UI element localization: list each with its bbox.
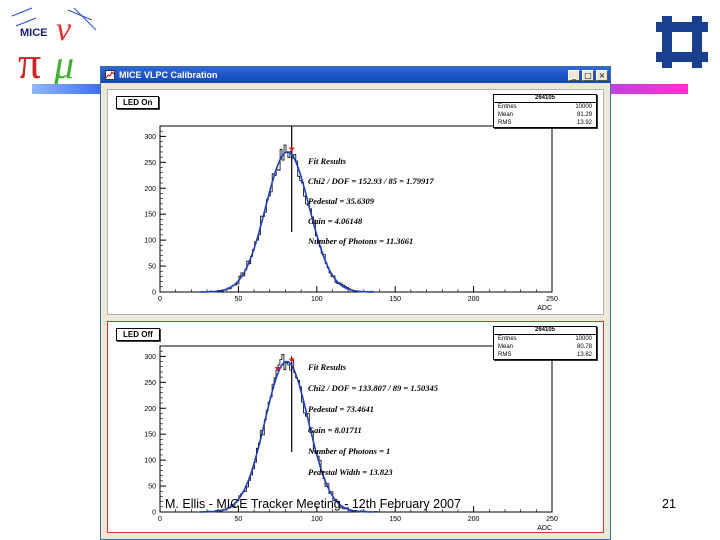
y-tick-label: 0 bbox=[152, 510, 156, 517]
y-tick-label: 300 bbox=[144, 134, 156, 141]
x-tick-label: 50 bbox=[235, 296, 243, 303]
y-tick-label: 200 bbox=[144, 406, 156, 413]
y-tick-label: 0 bbox=[152, 290, 156, 297]
fit-result-line: Pedestal Width = 13.823 bbox=[308, 467, 393, 477]
slide-footer: M. Ellis - MICE Tracker Meeting - 12th F… bbox=[165, 497, 461, 511]
window-titlebar[interactable]: MICE VLPC Calibration _ □ × bbox=[101, 67, 610, 83]
stats-title: 264105 bbox=[494, 327, 596, 335]
maximize-button[interactable]: □ bbox=[582, 69, 594, 81]
y-tick-label: 100 bbox=[144, 458, 156, 465]
decorative-bar-right bbox=[610, 84, 688, 94]
stats-row-mean: Mean 81.29 bbox=[498, 112, 592, 118]
minimize-button[interactable]: _ bbox=[568, 69, 580, 81]
x-tick-label: 50 bbox=[235, 516, 243, 523]
x-tick-label: 150 bbox=[389, 296, 401, 303]
x-tick-label: 200 bbox=[468, 516, 480, 523]
led-on-label: LED On bbox=[116, 96, 160, 109]
fit-result-line: Number of Photons = 11.3661 bbox=[307, 236, 413, 246]
x-axis-label: ADC bbox=[537, 525, 552, 532]
x-tick-label: 200 bbox=[468, 296, 480, 303]
fit-result-line: Fit Results bbox=[307, 156, 347, 166]
x-tick-label: 250 bbox=[546, 516, 558, 523]
close-button[interactable]: × bbox=[596, 69, 608, 81]
page-number: 21 bbox=[662, 497, 676, 511]
x-axis-label: ADC bbox=[537, 305, 552, 312]
stats-row-rms: RMS 13.92 bbox=[498, 120, 592, 126]
fit-result-line: Gain = 4.06148 bbox=[308, 216, 363, 226]
canvas-pad-led-on[interactable]: 0 50 100 150 200 250 0 50 100 150 200 250 300 ADC Fit … bbox=[107, 89, 604, 315]
window-title: MICE VLPC Calibration bbox=[119, 70, 218, 80]
led-off-label: LED Off bbox=[116, 328, 160, 341]
x-tick-label: 100 bbox=[311, 296, 323, 303]
fit-result-line: Gain = 8.01711 bbox=[308, 425, 362, 435]
fit-result-line: Number of Photons = 1 bbox=[307, 446, 390, 456]
fit-result-line: Chi2 / DOF = 133.807 / 89 = 1.50345 bbox=[308, 383, 439, 393]
y-tick-label: 150 bbox=[144, 432, 156, 439]
y-tick-label: 250 bbox=[144, 160, 156, 167]
stats-title: 264105 bbox=[494, 95, 596, 103]
y-tick-label: 50 bbox=[148, 264, 156, 271]
svg-text:π: π bbox=[18, 37, 41, 84]
x-tick-label: 0 bbox=[158, 516, 162, 523]
stats-row-rms: RMS 13.82 bbox=[498, 352, 592, 358]
y-tick-label: 250 bbox=[144, 380, 156, 387]
stats-box-led-on: 264105 Entries 10000 Mean 81.29 RMS 13.9… bbox=[493, 94, 597, 128]
x-tick-label: 250 bbox=[546, 296, 558, 303]
decorative-bar-left bbox=[32, 84, 102, 94]
app-icon bbox=[105, 70, 115, 80]
fit-result-line: Pedestal = 35.6309 bbox=[308, 196, 375, 206]
svg-text:μ: μ bbox=[53, 42, 74, 84]
mice-logo: MICE π ν μ bbox=[11, 7, 97, 84]
y-tick-label: 50 bbox=[148, 484, 156, 491]
stats-row-entries: Entries 10000 bbox=[498, 336, 592, 342]
y-tick-label: 100 bbox=[144, 238, 156, 245]
y-tick-label: 300 bbox=[144, 354, 156, 361]
plot-frame bbox=[159, 125, 553, 293]
fit-result-line: Chi2 / DOF = 152.93 / 85 = 1.79917 bbox=[308, 176, 434, 186]
stats-row-mean: Mean 80.78 bbox=[498, 344, 592, 350]
fit-result-line: Pedestal = 73.4641 bbox=[308, 404, 374, 414]
stats-box-led-off: 264105 Entries 10000 Mean 80.78 RMS 13.8… bbox=[493, 326, 597, 360]
x-tick-label: 0 bbox=[158, 296, 162, 303]
fit-result-line: Fit Results bbox=[307, 362, 347, 372]
calibration-window: MICE VLPC Calibration _ □ × 0 50 100 150 200… bbox=[100, 66, 611, 540]
fermilab-logo bbox=[656, 16, 708, 68]
y-tick-label: 200 bbox=[144, 186, 156, 193]
x-tick-label: 150 bbox=[389, 516, 401, 523]
y-tick-label: 150 bbox=[144, 212, 156, 219]
stats-row-entries: Entries 10000 bbox=[498, 104, 592, 110]
x-tick-label: 100 bbox=[311, 516, 323, 523]
